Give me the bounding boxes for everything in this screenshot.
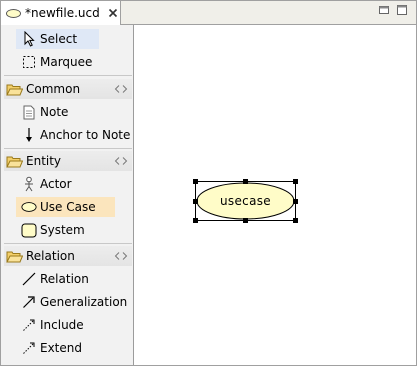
tool-relation-label: Relation xyxy=(40,272,89,286)
tool-generalization[interactable]: Generalization xyxy=(16,292,132,312)
folder-open-icon xyxy=(6,153,24,169)
resize-handle-n[interactable] xyxy=(243,179,248,184)
resize-handle-nw[interactable] xyxy=(193,179,198,184)
drawer-pin-icon[interactable] xyxy=(114,250,128,262)
resize-handle-e[interactable] xyxy=(293,199,298,204)
usecase-file-icon xyxy=(6,8,21,18)
marquee-icon xyxy=(21,54,37,70)
tool-extend-label: Extend xyxy=(40,341,82,355)
tool-relation[interactable]: Relation xyxy=(16,269,132,289)
tool-system-label: System xyxy=(40,223,85,237)
tool-generalization-label: Generalization xyxy=(40,295,128,309)
tool-use-case-label: Use Case xyxy=(40,200,96,214)
editor-tab[interactable]: *newfile.ucd xyxy=(1,1,121,25)
arrow-pointer-icon xyxy=(21,31,37,47)
resize-handle-s[interactable] xyxy=(243,218,248,223)
palette-separator xyxy=(4,243,132,244)
drawer-pin-icon[interactable] xyxy=(114,83,128,95)
drawer-entity-label: Entity xyxy=(26,154,62,168)
tool-anchor-label: Anchor to Note xyxy=(40,128,131,142)
tool-note[interactable]: Note xyxy=(16,102,132,122)
palette-separator xyxy=(4,75,132,76)
tool-select-label: Select xyxy=(40,32,78,46)
drawer-pin-icon[interactable] xyxy=(114,155,128,167)
resize-handle-se[interactable] xyxy=(293,218,298,223)
folder-open-icon xyxy=(6,81,24,97)
palette-separator xyxy=(4,148,132,149)
usecase-icon xyxy=(21,199,37,215)
dashed-arrow-icon xyxy=(21,317,37,333)
system-icon xyxy=(21,222,37,238)
tool-select[interactable]: Select xyxy=(16,29,99,49)
drawer-entity[interactable]: Entity xyxy=(4,151,132,171)
drawer-common-label: Common xyxy=(26,82,81,96)
drawer-relation[interactable]: Relation xyxy=(4,246,132,266)
anchor-arrow-icon xyxy=(21,127,37,143)
tool-include-label: Include xyxy=(40,318,84,332)
diagram-canvas[interactable]: usecase xyxy=(135,25,416,365)
line-icon xyxy=(21,271,37,287)
tool-include[interactable]: Include xyxy=(16,315,132,335)
tool-marquee-label: Marquee xyxy=(40,55,93,69)
drawer-relation-label: Relation xyxy=(26,249,75,263)
maximize-icon[interactable] xyxy=(396,4,408,16)
editor-tab-bar: *newfile.ucd xyxy=(1,1,416,25)
tool-system[interactable]: System xyxy=(16,220,132,240)
window-controls xyxy=(378,4,408,16)
actor-icon xyxy=(21,176,37,192)
tool-use-case[interactable]: Use Case xyxy=(16,197,115,217)
tool-note-label: Note xyxy=(40,105,69,119)
dashed-arrow-icon xyxy=(21,340,37,356)
drawer-common[interactable]: Common xyxy=(4,79,132,99)
note-icon xyxy=(21,104,37,120)
usecase-node[interactable]: usecase xyxy=(193,179,298,223)
minimize-icon[interactable] xyxy=(378,4,390,16)
resize-handle-w[interactable] xyxy=(193,199,198,204)
folder-open-icon xyxy=(6,248,24,264)
generalization-arrow-icon xyxy=(21,294,37,310)
resize-handle-sw[interactable] xyxy=(193,218,198,223)
close-tab-icon[interactable] xyxy=(107,7,119,19)
tool-anchor-to-note[interactable]: Anchor to Note xyxy=(16,125,132,145)
editor-window: *newfile.ucd Select Marquee Common Note … xyxy=(0,0,417,366)
tool-palette: Select Marquee Common Note Anchor to Not… xyxy=(1,25,134,365)
tool-extend[interactable]: Extend xyxy=(16,338,132,358)
editor-tab-title: *newfile.ucd xyxy=(25,6,100,20)
usecase-label: usecase xyxy=(220,194,271,208)
tool-marquee[interactable]: Marquee xyxy=(16,52,132,72)
tool-actor-label: Actor xyxy=(40,177,72,191)
resize-handle-ne[interactable] xyxy=(293,179,298,184)
tool-actor[interactable]: Actor xyxy=(16,174,132,194)
